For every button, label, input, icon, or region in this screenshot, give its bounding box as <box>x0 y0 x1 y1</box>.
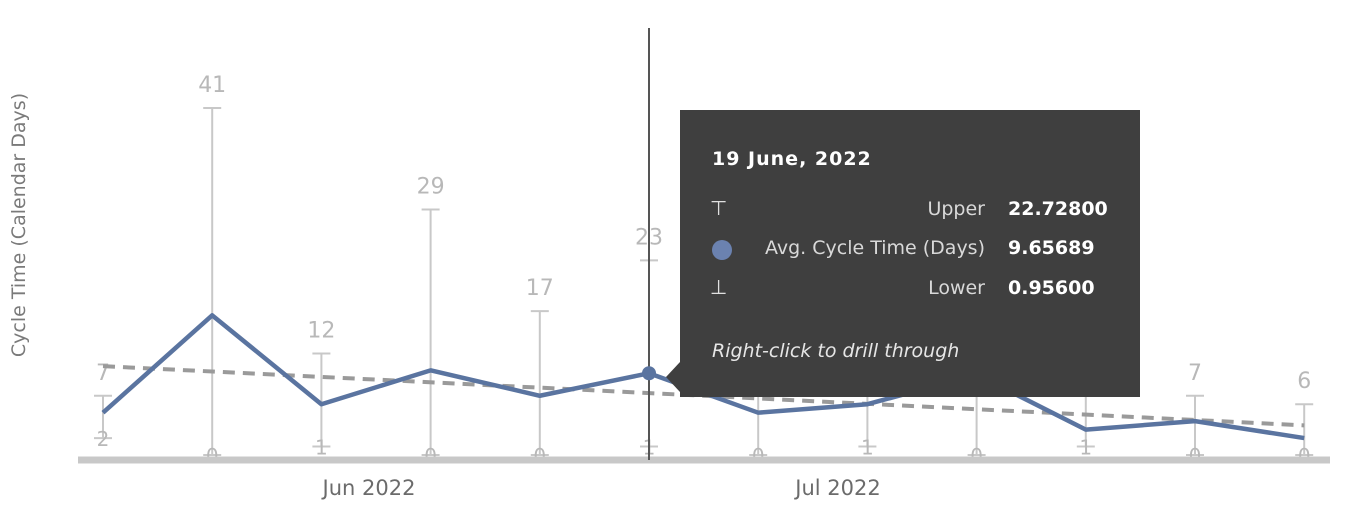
upper-data-label: 41 <box>198 73 226 98</box>
lower-bound-icon: ⊥ <box>710 275 728 299</box>
y-axis-title: Cycle Time (Calendar Days) <box>8 92 30 358</box>
upper-data-label: 29 <box>417 175 445 200</box>
lower-data-label: 0 <box>533 444 546 468</box>
lower-data-label: 0 <box>752 444 765 468</box>
tooltip-drill-note: Right-click to drill through <box>712 340 960 362</box>
tooltip-label-upper: Upper <box>927 198 985 220</box>
lower-data-label: 0 <box>1189 444 1202 468</box>
highlight-point <box>642 366 656 381</box>
data-tooltip: 19 June, 2022 ⊤ Upper 22.72800 Avg. Cycl… <box>666 110 1140 397</box>
x-tick-label: Jul 2022 <box>793 476 880 500</box>
tooltip-row-upper: ⊤ Upper 22.72800 <box>680 196 1140 226</box>
upper-data-label: 12 <box>307 318 335 343</box>
avg-dot-icon <box>712 240 732 260</box>
tooltip-label-lower: Lower <box>928 277 985 299</box>
tooltip-title: 19 June, 2022 <box>712 148 872 170</box>
lower-data-label: 0 <box>424 444 437 468</box>
tooltip-row-avg: Avg. Cycle Time (Days) 9.65689 <box>680 235 1140 265</box>
lower-data-label: 2 <box>97 427 110 451</box>
upper-data-label: 17 <box>526 276 554 301</box>
lower-data-label: 1 <box>1079 436 1092 460</box>
tooltip-value-avg: 9.65689 <box>1008 237 1095 259</box>
lower-data-label: 0 <box>970 444 983 468</box>
upper-data-label: 6 <box>1297 369 1311 394</box>
lower-data-label: 1 <box>861 436 874 460</box>
tooltip-label-avg: Avg. Cycle Time (Days) <box>764 237 985 259</box>
lower-data-label: 0 <box>1298 444 1311 468</box>
lower-data-label: 1 <box>315 436 328 460</box>
upper-bound-icon: ⊤ <box>710 196 728 220</box>
lower-data-label: 0 <box>206 444 219 468</box>
tooltip-value-upper: 22.72800 <box>1008 198 1108 220</box>
cycle-time-chart: 724101212901702310171130717060Jun 2022Ju… <box>78 28 1330 500</box>
y-axis-label: Cycle Time (Calendar Days) <box>4 60 34 390</box>
upper-data-label: 7 <box>1188 361 1202 386</box>
tooltip-row-lower: ⊥ Lower 0.95600 <box>680 275 1140 305</box>
tooltip-value-lower: 0.95600 <box>1008 277 1095 299</box>
x-tick-label: Jun 2022 <box>321 476 416 500</box>
